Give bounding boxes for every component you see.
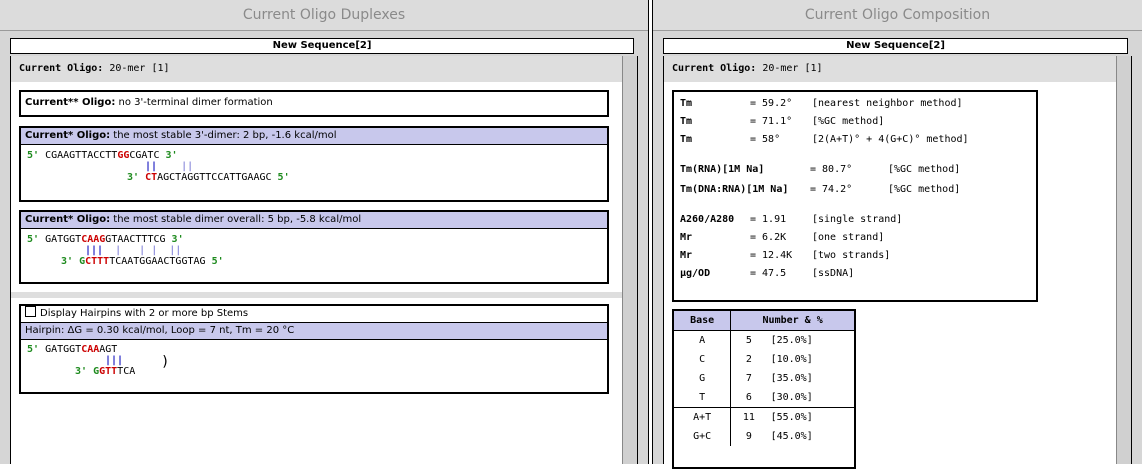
stable-3-dimer-box: Current* Oligo: the most stable 3'-dimer… [19,126,609,202]
property-row: µg/OD = 47.5 [ssDNA] [680,268,855,279]
sequence-tab[interactable]: New Sequence[2] [663,38,1128,54]
oligo-properties-box: Tm = 59.2° [nearest neighbor method] Tm = 71… [672,90,1038,302]
dimer-top-strand: 5' CGAAGTTACCTTGGCGATC 3' [27,150,178,161]
sequence-tab[interactable]: New Sequence[2] [10,38,634,54]
table-row: G 7 [35.0%] [674,369,854,388]
display-hairpins-checkbox[interactable] [25,306,36,317]
table-header-row: Base Number & % [674,311,854,331]
table-row: C 2 [10.0%] [674,350,854,369]
property-row: A260/A280 = 1.91 [single strand] [680,214,903,225]
vertical-scrollbar[interactable] [1116,56,1132,464]
table-row: A+T 11 [55.0%] [674,407,854,427]
composition-table: Base Number & % A 5 [25.0%] C 2 [10.0%] G 7 [35.… [674,311,854,446]
pane-title: Current Oligo Composition [653,0,1142,31]
vertical-scrollbar[interactable] [622,56,638,464]
composition-table-box: Base Number & % A 5 [25.0%] C 2 [10.0%] G 7 [35.… [672,309,856,469]
property-row: Tm = 71.1° [%GC method] [680,116,885,127]
dimer-base-pairs: || || [145,161,194,172]
dimer-top-strand: 5' GATGGTCAAGGTAACTTTCG 3' [27,234,184,245]
property-row: Tm(DNA:RNA)[1M Na] = 74.2° [%GC method] [680,184,961,195]
pane-title: Current Oligo Duplexes [0,0,648,31]
hairpin-base-pairs: ||| [105,355,124,366]
property-row: Mr = 12.4K [two strands] [680,250,891,261]
duplexes-content: Current Oligo: 20-mer [1] Current** Olig… [10,56,624,464]
current-oligo-heading: Current Oligo: 20-mer [1] [672,63,823,74]
hairpin-loop: ) [161,354,170,370]
section-separator [11,292,623,298]
property-row: Tm(RNA)[1M Na] = 80.7° [%GC method] [680,164,961,175]
table-row: G+C 9 [45.0%] [674,427,854,446]
property-row: Mr = 6.2K [one strand] [680,232,885,243]
table-row: T 6 [30.0%] [674,388,854,408]
oligo-duplexes-pane: Current Oligo Duplexes New Sequence[2] C… [0,0,648,464]
display-hairpins-label: Display Hairpins with 2 or more bp Stems [40,308,249,319]
hairpin-box: Display Hairpins with 2 or more bp Stems… [19,304,609,394]
property-row: Tm = 58° [2(A+T)° + 4(G+C)° method] [680,134,969,145]
dimer-bottom-strand: 3' GCTTTTCAATGGAACTGGTAG 5' [61,256,224,267]
hairpin-top-strand: 5' GATGGTCAAAGT [27,344,118,355]
hairpin-info: Hairpin: ΔG = 0.30 kcal/mol, Loop = 7 nt… [21,322,607,340]
property-row: Tm = 59.2° [nearest neighbor method] [680,98,963,109]
terminal-dimer-box: Current** Oligo: no 3'-terminal dimer fo… [19,90,609,117]
composition-content: Current Oligo: 20-mer [1] Tm = 59.2° [near… [663,56,1118,469]
dimer-bottom-strand: 3' CTAGCTAGGTTCCATTGAAGC 5' [127,172,290,183]
table-row: A 5 [25.0%] [674,330,854,350]
dimer-base-pairs: ||| | | | || [85,245,182,256]
hairpin-bottom-strand: 3' GGTTTCA [75,366,136,377]
oligo-composition-pane: Current Oligo Composition New Sequence[2… [653,0,1142,469]
current-oligo-heading: Current Oligo: 20-mer [1] [19,63,170,74]
stable-overall-dimer-box: Current* Oligo: the most stable dimer ov… [19,210,609,284]
